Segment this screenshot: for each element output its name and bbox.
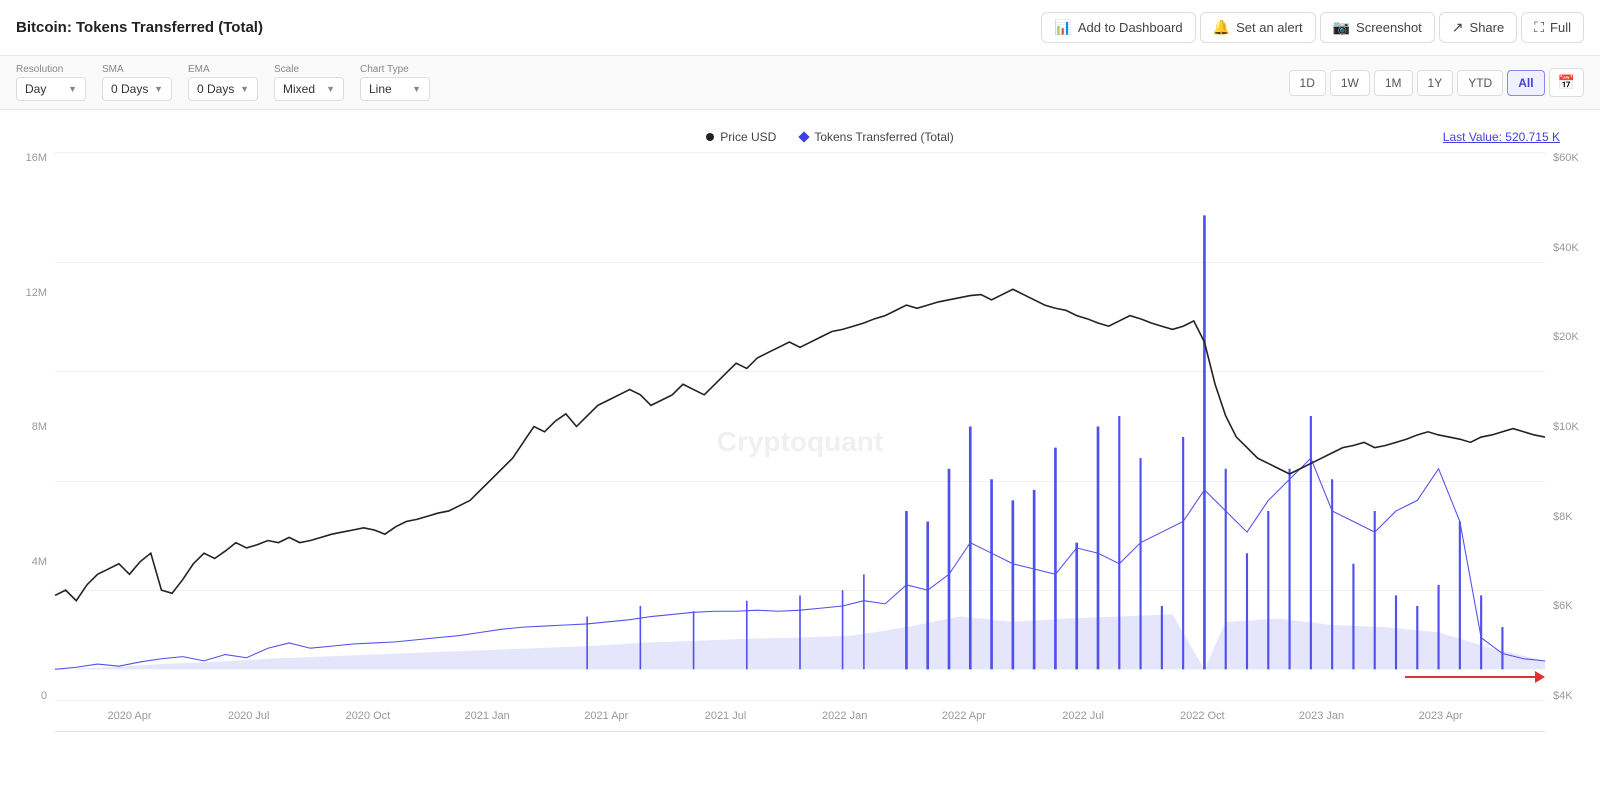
x-label: 2022 Jul [1062,710,1104,722]
tokens-transferred-diamond [799,131,810,142]
y-axis-right: $60K $40K $20K $10K $8K $6K $4K [1545,152,1600,732]
camera-icon: 📷 [1333,19,1350,36]
chevron-down-icon: ▼ [154,84,163,94]
fullscreen-icon: ⛶ [1534,19,1544,36]
header-actions: 📊 Add to Dashboard 🔔 Set an alert 📷 Scre… [1041,12,1584,43]
ema-select[interactable]: 0 Days ▼ [188,77,258,101]
time-1m-button[interactable]: 1M [1374,70,1413,96]
time-buttons: 1D 1W 1M 1Y YTD All 📅 [1289,68,1584,97]
chart-toolbar: Resolution Day ▼ SMA 0 Days ▼ EMA 0 Days… [0,56,1600,110]
x-axis: 2020 Apr 2020 Jul 2020 Oct 2021 Jan 2021… [55,701,1545,731]
legend-price-usd: Price USD [706,130,776,144]
resolution-select[interactable]: Day ▼ [16,77,86,101]
y-axis-left: 16M 12M 8M 4M 0 [0,152,55,732]
chart-body: 16M 12M 8M 4M 0 Cryptoquant [0,152,1600,732]
full-button[interactable]: ⛶ Full [1521,12,1584,43]
red-arrow-line [1405,676,1535,678]
legend-tokens-transferred: Tokens Transferred (Total) [800,130,953,144]
chart-type-control: Chart Type Line ▼ [360,64,430,101]
x-label: 2022 Oct [1180,710,1225,722]
x-label: 2023 Jan [1299,710,1344,722]
time-all-button[interactable]: All [1507,70,1544,96]
x-label: 2023 Apr [1419,710,1463,722]
screenshot-button[interactable]: 📷 Screenshot [1320,12,1435,43]
page-header: Bitcoin: Tokens Transferred (Total) 📊 Ad… [0,0,1600,56]
x-label: 2021 Jul [705,710,747,722]
resolution-control: Resolution Day ▼ [16,64,86,101]
sma-select[interactable]: 0 Days ▼ [102,77,172,101]
price-usd-dot [706,133,714,141]
alert-icon: 🔔 [1213,19,1230,36]
sma-control: SMA 0 Days ▼ [102,64,172,101]
x-label: 2022 Apr [942,710,986,722]
chevron-down-icon: ▼ [326,84,335,94]
set-alert-button[interactable]: 🔔 Set an alert [1200,12,1316,43]
chevron-down-icon: ▼ [68,84,77,94]
x-label: 2020 Apr [107,710,151,722]
add-dashboard-button[interactable]: 📊 Add to Dashboard [1041,12,1195,43]
x-label: 2020 Oct [346,710,391,722]
toolbar-controls: Resolution Day ▼ SMA 0 Days ▼ EMA 0 Days… [16,64,430,101]
chevron-down-icon: ▼ [240,84,249,94]
time-1d-button[interactable]: 1D [1289,70,1326,96]
chart-svg [55,152,1545,701]
chart-inner: Cryptoquant [55,152,1545,732]
time-1y-button[interactable]: 1Y [1417,70,1454,96]
scale-select[interactable]: Mixed ▼ [274,77,344,101]
last-value-label[interactable]: Last Value: 520.715 K [1443,130,1560,144]
chart-type-select[interactable]: Line ▼ [360,77,430,101]
time-1w-button[interactable]: 1W [1330,70,1370,96]
chevron-down-icon: ▼ [412,84,421,94]
dashboard-icon: 📊 [1054,19,1071,36]
red-arrow-head [1535,671,1545,683]
share-icon: ↗ [1452,19,1464,36]
x-label: 2021 Jan [464,710,509,722]
chart-container: Price USD Tokens Transferred (Total) Las… [0,110,1600,732]
scale-control: Scale Mixed ▼ [274,64,344,101]
ema-control: EMA 0 Days ▼ [188,64,258,101]
chart-legend: Price USD Tokens Transferred (Total) Las… [0,126,1600,152]
page-title: Bitcoin: Tokens Transferred (Total) [16,19,263,36]
share-button[interactable]: ↗ Share [1439,12,1517,43]
calendar-button[interactable]: 📅 [1549,68,1584,97]
time-ytd-button[interactable]: YTD [1457,70,1503,96]
x-label: 2022 Jan [822,710,867,722]
x-label: 2021 Apr [584,710,628,722]
red-arrow-annotation [1405,671,1545,683]
x-label: 2020 Jul [228,710,270,722]
